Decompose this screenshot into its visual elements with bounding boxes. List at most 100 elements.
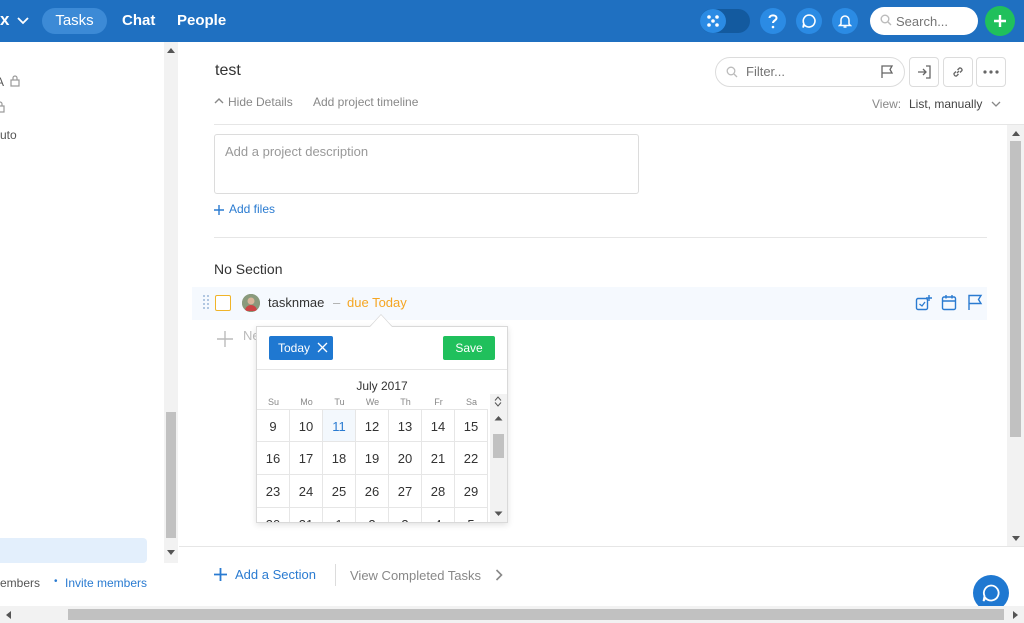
ellipsis-icon: [983, 70, 999, 74]
flag-icon[interactable]: [967, 294, 983, 311]
scroll-up-arrow-icon[interactable]: [494, 415, 503, 421]
tab-chat[interactable]: Chat: [122, 8, 155, 34]
calendar-day[interactable]: 30: [257, 508, 290, 522]
calendar-day[interactable]: 1: [323, 508, 356, 522]
calendar-day[interactable]: 18: [323, 442, 356, 475]
bell-icon[interactable]: [832, 8, 858, 34]
calendar-day[interactable]: 24: [290, 475, 323, 508]
scroll-down-arrow-icon[interactable]: [494, 511, 503, 517]
spin-up-icon[interactable]: [494, 396, 502, 401]
calendar-day[interactable]: 27: [389, 475, 422, 508]
members-link[interactable]: embers: [0, 576, 40, 590]
divider: [335, 564, 336, 586]
calendar-day[interactable]: 9: [257, 409, 290, 442]
calendar-day[interactable]: 10: [290, 409, 323, 442]
add-subtask-icon[interactable]: [915, 294, 933, 312]
calendar-day[interactable]: 13: [389, 409, 422, 442]
calendar-day[interactable]: 12: [356, 409, 389, 442]
scroll-up-arrow-icon[interactable]: [1011, 129, 1021, 137]
calendar-day[interactable]: 14: [422, 409, 455, 442]
left-sidebar: A uto: [0, 42, 164, 606]
sidebar-footer: embers • Invite members: [0, 563, 179, 606]
search-input[interactable]: [896, 12, 974, 30]
flag-icon[interactable]: [880, 65, 894, 79]
horizontal-scroll-thumb[interactable]: [68, 609, 1004, 620]
tab-tasks[interactable]: Tasks: [42, 8, 107, 34]
calendar-day[interactable]: 28: [422, 475, 455, 508]
calendar-day[interactable]: 3: [389, 508, 422, 522]
drag-handle-icon[interactable]: [203, 295, 209, 309]
project-description-field[interactable]: Add a project description: [214, 134, 639, 194]
chevron-right-icon[interactable]: [495, 569, 503, 581]
export-button[interactable]: [909, 57, 939, 87]
plus-icon[interactable]: [214, 328, 236, 350]
sidebar-scroll-thumb[interactable]: [166, 412, 176, 538]
dots-icon: [700, 9, 726, 33]
weekday-label: Tu: [334, 397, 345, 407]
lock-icon: [0, 101, 5, 113]
add-project-timeline-link[interactable]: Add project timeline: [313, 95, 418, 109]
calendar-day[interactable]: 4: [422, 508, 455, 522]
sidebar-item-selected[interactable]: [0, 538, 147, 563]
avatar[interactable]: [242, 294, 260, 312]
calendar-day[interactable]: 11: [323, 409, 356, 442]
chevron-down-icon[interactable]: [991, 101, 1001, 108]
footer-separator: •: [54, 576, 58, 587]
task-name[interactable]: tasknmae: [268, 295, 324, 310]
add-files-link[interactable]: Add files: [229, 202, 275, 216]
calendar-day[interactable]: 25: [323, 475, 356, 508]
chat-bubble-icon[interactable]: [796, 8, 822, 34]
calendar-day[interactable]: 31: [290, 508, 323, 522]
search-icon: [726, 66, 738, 78]
view-mode-select[interactable]: List, manually: [909, 97, 982, 111]
scroll-down-arrow-icon[interactable]: [166, 549, 176, 557]
invite-members-link[interactable]: Invite members: [65, 576, 147, 590]
copy-link-button[interactable]: [943, 57, 973, 87]
calendar-day[interactable]: 26: [356, 475, 389, 508]
calendar-day[interactable]: 16: [257, 442, 290, 475]
today-chip[interactable]: Today: [269, 336, 333, 360]
add-section-button[interactable]: Add a Section: [235, 567, 316, 582]
scroll-down-arrow-icon[interactable]: [1011, 535, 1021, 543]
spin-down-icon[interactable]: [494, 402, 502, 407]
scroll-up-arrow-icon[interactable]: [166, 46, 176, 54]
hide-details-link[interactable]: Hide Details: [228, 95, 293, 109]
date-picker-scrollbar[interactable]: [490, 394, 507, 522]
global-search[interactable]: [870, 7, 978, 35]
calendar-day[interactable]: 19: [356, 442, 389, 475]
tab-people[interactable]: People: [177, 8, 226, 34]
calendar-day[interactable]: 2: [356, 508, 389, 522]
calendar-day[interactable]: 23: [257, 475, 290, 508]
main-scroll-thumb[interactable]: [1010, 141, 1021, 437]
date-picker-scroll-thumb[interactable]: [493, 434, 504, 458]
add-new-button[interactable]: [985, 6, 1015, 36]
mode-toggle[interactable]: [700, 9, 750, 33]
task-filter[interactable]: [715, 57, 905, 87]
calendar-day[interactable]: 15: [455, 409, 488, 442]
calendar-day[interactable]: 20: [389, 442, 422, 475]
project-title[interactable]: test: [215, 62, 241, 80]
task-checkbox[interactable]: [215, 295, 231, 311]
chevron-down-icon[interactable]: [17, 14, 29, 26]
save-button[interactable]: Save: [443, 336, 495, 360]
calendar-day[interactable]: 22: [455, 442, 488, 475]
calendar-day[interactable]: 5: [455, 508, 488, 522]
app-logo[interactable]: x: [0, 10, 9, 30]
sidebar-item-label[interactable]: A: [0, 75, 4, 89]
sidebar-item-label[interactable]: uto: [0, 128, 17, 142]
scroll-right-arrow-icon[interactable]: [1012, 610, 1020, 620]
filter-input[interactable]: [746, 64, 866, 79]
calendar-icon[interactable]: [941, 294, 957, 311]
more-options-button[interactable]: [976, 57, 1006, 87]
calendar-day[interactable]: 17: [290, 442, 323, 475]
help-icon[interactable]: [760, 8, 786, 34]
view-completed-tasks-link[interactable]: View Completed Tasks: [350, 568, 481, 583]
calendar-day[interactable]: 29: [455, 475, 488, 508]
calendar-day[interactable]: 21: [422, 442, 455, 475]
close-icon[interactable]: [317, 342, 328, 353]
task-due-date[interactable]: due Today: [347, 295, 407, 310]
task-row[interactable]: tasknmae – due Today: [192, 287, 987, 320]
chevron-up-icon[interactable]: [214, 97, 224, 105]
scroll-left-arrow-icon[interactable]: [4, 610, 12, 620]
section-title[interactable]: No Section: [214, 261, 282, 277]
